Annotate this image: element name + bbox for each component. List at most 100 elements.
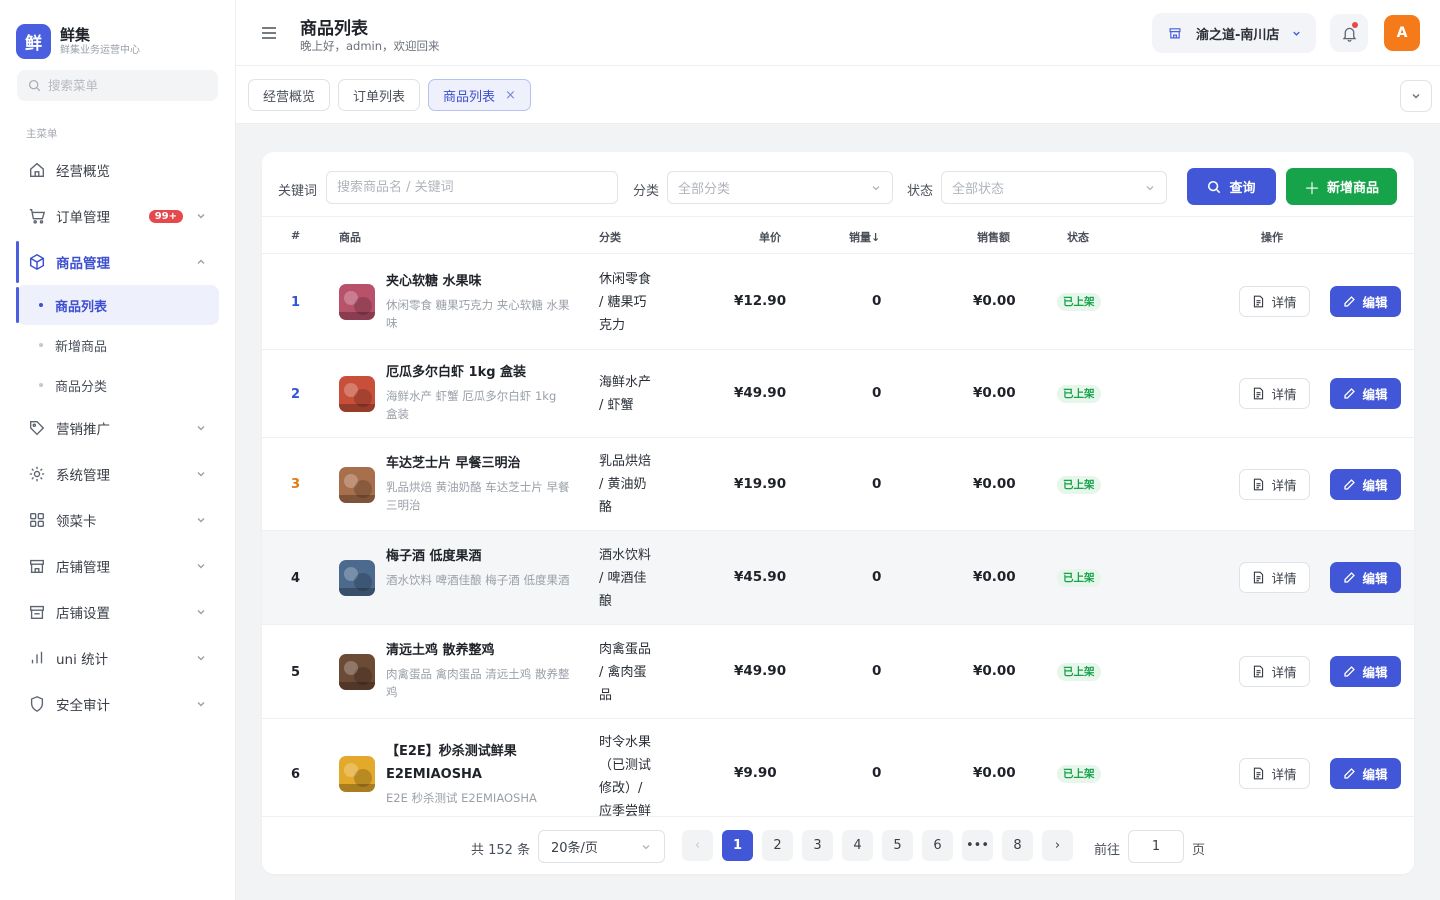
page-button[interactable]: 8	[1002, 830, 1033, 861]
sidebar-item-products[interactable]: 商品管理	[16, 239, 219, 285]
keyword-field[interactable]	[326, 171, 618, 204]
query-button[interactable]: 查询	[1187, 168, 1276, 205]
product-thumbnail[interactable]	[339, 466, 375, 503]
status-badge: 已上架	[1057, 475, 1101, 494]
category-select[interactable]: 全部分类	[667, 171, 893, 204]
table-row[interactable]: 2 厄瓜多尔白虾 1kg 盒装 海鲜水产 虾蟹 厄瓜多尔白虾 1kg 盒装 海鲜…	[262, 350, 1414, 438]
col-status: 状态	[1067, 231, 1089, 244]
tab-order-list[interactable]: 订单列表	[338, 79, 421, 111]
tabs-bar: 经营概览 订单列表 商品列表 ×	[236, 66, 1440, 124]
page-button[interactable]: 1	[722, 830, 753, 861]
pencil-icon	[1343, 478, 1362, 491]
edit-button[interactable]: 编辑	[1330, 286, 1401, 317]
sidebar-item-overview[interactable]: 经营概览	[17, 147, 219, 193]
greeting-text: 晚上好，admin，欢迎回来	[300, 39, 440, 53]
tabs-dropdown-button[interactable]	[1400, 80, 1432, 112]
product-thumbnail[interactable]	[339, 284, 375, 320]
product-thumbnail[interactable]	[339, 654, 375, 690]
page-size-select[interactable]: 20条/页	[538, 830, 665, 863]
chevron-down-icon	[195, 560, 207, 572]
table-row[interactable]: 3 车达芝士片 早餐三明治 乳品烘焙 黄油奶酪 车达芝士片 早餐三明治 乳品烘焙…	[262, 438, 1414, 531]
sidebar-subitem-label: 商品列表	[55, 299, 108, 315]
product-thumbnail[interactable]	[339, 756, 375, 792]
edit-button[interactable]: 编辑	[1330, 562, 1401, 593]
sidebar-subitem-product-category[interactable]: 商品分类	[17, 365, 219, 405]
product-thumbnail[interactable]	[339, 560, 375, 596]
table-header: # 商品 分类 单价 销量↓ 销售额 状态 操作	[262, 216, 1414, 254]
detail-button[interactable]: 详情	[1239, 758, 1310, 789]
row-index: 1	[291, 294, 301, 310]
page-button[interactable]: 3	[802, 830, 833, 861]
col-sales[interactable]: 销量↓	[849, 229, 880, 245]
detail-button[interactable]: 详情	[1239, 468, 1310, 500]
query-button-label: 查询	[1229, 181, 1256, 196]
notification-button[interactable]	[1330, 14, 1368, 52]
sidebar-item-orders[interactable]: 订单管理 99+	[17, 193, 219, 239]
detail-button-label: 详情	[1271, 767, 1297, 782]
sidebar-item-label: 安全审计	[56, 698, 110, 714]
product-name[interactable]: 清远土鸡 散养整鸡	[386, 639, 571, 662]
store-selector[interactable]: 渝之道-南川店	[1152, 13, 1316, 53]
bar-chart-icon	[27, 648, 47, 668]
sidebar-item-store-settings[interactable]: 店铺设置	[17, 589, 219, 635]
product-name[interactable]: 厄瓜多尔白虾 1kg 盒装	[386, 361, 571, 384]
add-product-button[interactable]: ＋ 新增商品	[1286, 168, 1397, 205]
edit-button[interactable]: 编辑	[1330, 378, 1401, 409]
page-button[interactable]: 4	[842, 830, 873, 861]
sidebar-subitem-add-product[interactable]: 新增商品	[17, 325, 219, 365]
sidebar-item-system[interactable]: 系统管理	[17, 451, 219, 497]
sidebar-item-cards[interactable]: 领菜卡	[17, 497, 219, 543]
avatar[interactable]: A	[1384, 15, 1420, 51]
edit-button[interactable]: 编辑	[1330, 656, 1401, 687]
sidebar-item-store-management[interactable]: 店铺管理	[17, 543, 219, 589]
tab-product-list[interactable]: 商品列表 ×	[428, 79, 531, 111]
table-row[interactable]: 5 清远土鸡 散养整鸡 肉禽蛋品 禽肉蛋品 清远土鸡 散养整鸡 肉禽蛋品 / 禽…	[262, 625, 1414, 719]
product-price: ¥49.90	[734, 385, 787, 401]
more-pages-button[interactable]: •••	[962, 830, 993, 861]
edit-button[interactable]: 编辑	[1330, 758, 1401, 789]
brand[interactable]: 鲜 鲜集 鲜集业务运营中心	[16, 24, 140, 59]
product-price: ¥12.90	[734, 293, 787, 309]
sidebar-subitem-product-list[interactable]: 商品列表	[16, 285, 219, 325]
product-sales: 0	[872, 293, 882, 309]
status-select[interactable]: 全部状态	[941, 171, 1167, 204]
total-count: 共 152 条	[471, 843, 531, 858]
menu-search-box[interactable]	[17, 70, 218, 101]
keyword-input[interactable]	[337, 180, 607, 195]
document-icon	[1252, 767, 1271, 780]
page-button[interactable]: 6	[922, 830, 953, 861]
notification-dot	[1352, 22, 1358, 28]
product-name[interactable]: 梅子酒 低度果酒	[386, 545, 571, 568]
sidebar-item-uni-stats[interactable]: uni 统计	[17, 635, 219, 681]
close-icon[interactable]: ×	[505, 88, 516, 103]
product-thumbnail[interactable]	[339, 376, 375, 412]
brand-name: 鲜集	[60, 25, 91, 44]
product-description: 肉禽蛋品 禽肉蛋品 清远土鸡 散养整鸡	[386, 667, 570, 699]
prev-page-button[interactable]: ‹	[682, 830, 713, 861]
product-name[interactable]: 车达芝士片 早餐三明治	[386, 452, 571, 475]
table-row[interactable]: 6 【E2E】秒杀测试鲜果 E2EMIAOSHA E2E 秒杀测试 E2EMIA…	[262, 719, 1414, 829]
next-page-button[interactable]: ›	[1042, 830, 1073, 861]
page-button[interactable]: 5	[882, 830, 913, 861]
menu-search-input[interactable]	[48, 78, 198, 93]
product-name[interactable]: 【E2E】秒杀测试鲜果 E2EMIAOSHA	[386, 740, 571, 786]
menu-toggle-icon[interactable]	[260, 24, 278, 42]
bullet-icon	[39, 383, 43, 387]
product-name[interactable]: 夹心软糖 水果味	[386, 270, 571, 293]
tab-overview[interactable]: 经营概览	[248, 79, 331, 111]
detail-button[interactable]: 详情	[1239, 378, 1310, 409]
sidebar-item-security-audit[interactable]: 安全审计	[17, 681, 219, 727]
tab-label: 订单列表	[353, 89, 406, 105]
detail-button[interactable]: 详情	[1239, 562, 1310, 593]
edit-button[interactable]: 编辑	[1330, 468, 1401, 500]
sidebar-subitem-label: 新增商品	[55, 339, 108, 355]
sidebar-item-label: 领菜卡	[56, 514, 97, 530]
detail-button[interactable]: 详情	[1239, 286, 1310, 317]
table-row[interactable]: 1 夹心软糖 水果味 休闲零食 糖果巧克力 夹心软糖 水果味 休闲零食 / 糖果…	[262, 254, 1414, 350]
add-product-label: 新增商品	[1327, 181, 1380, 196]
goto-page-input[interactable]: 1	[1128, 830, 1184, 863]
page-button[interactable]: 2	[762, 830, 793, 861]
detail-button[interactable]: 详情	[1239, 656, 1310, 687]
sidebar-item-marketing[interactable]: 营销推广	[17, 405, 219, 451]
table-row[interactable]: 4 梅子酒 低度果酒 酒水饮料 啤酒佳酿 梅子酒 低度果酒 酒水饮料 / 啤酒佳…	[262, 531, 1414, 625]
